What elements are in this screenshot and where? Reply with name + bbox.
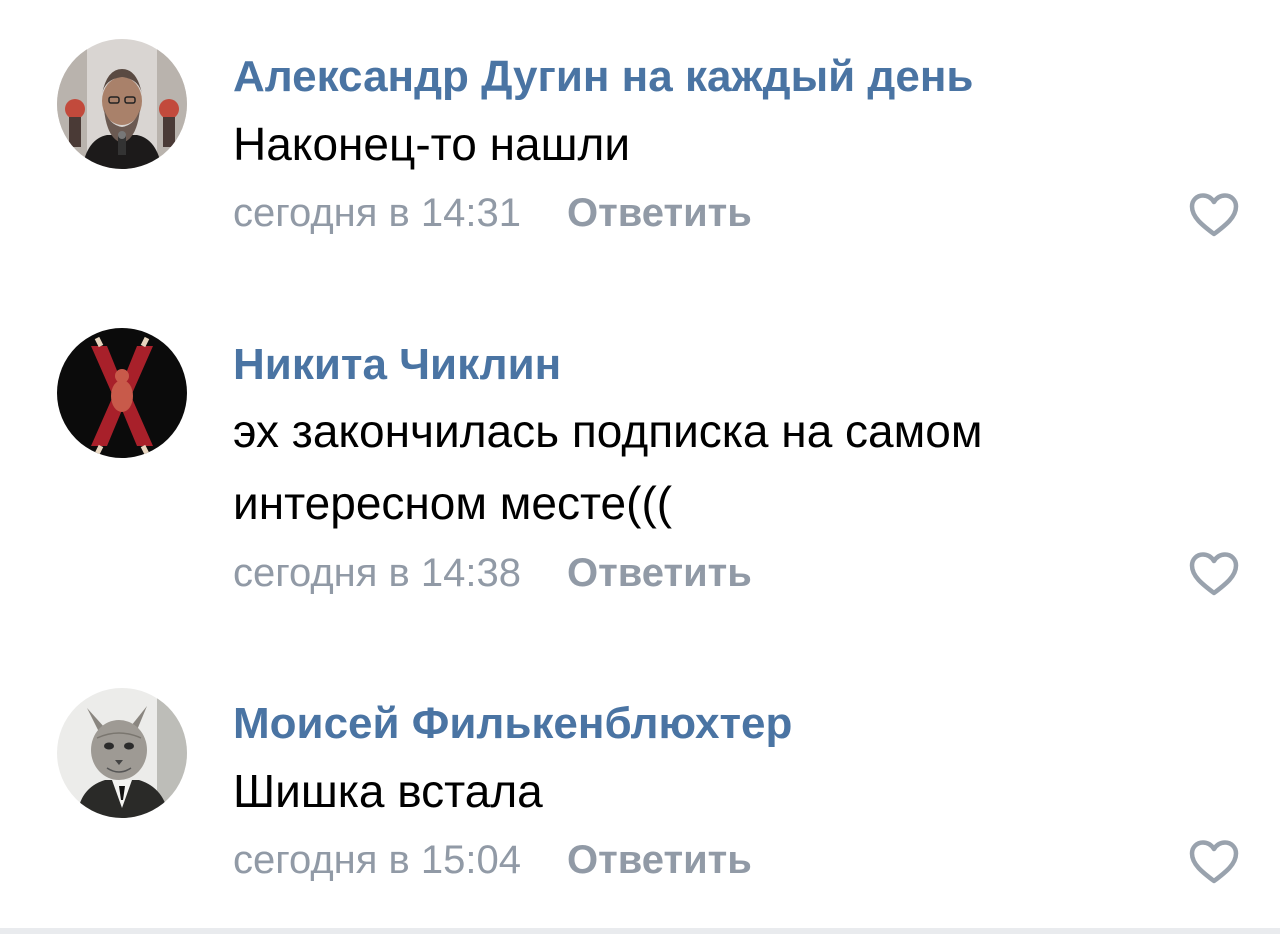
comment-time: сегодня в 15:04: [233, 838, 521, 882]
comments-list: Александр Дугин на каждый день Наконец-т…: [0, 0, 1280, 934]
comment-author[interactable]: Александр Дугин на каждый день: [233, 55, 973, 99]
comment-meta: сегодня в 14:38 Ответить: [233, 553, 752, 593]
heart-outline-icon: [1189, 552, 1239, 596]
comment-meta: сегодня в 15:04 Ответить: [233, 840, 752, 880]
like-button[interactable]: [1188, 192, 1240, 238]
comment-text-line: эх закончилась подписка на самом: [233, 405, 983, 457]
comment-author[interactable]: Моисей Филькенблюхтер: [233, 702, 792, 746]
comment-time: сегодня в 14:31: [233, 191, 521, 235]
comment-time: сегодня в 14:38: [233, 551, 521, 595]
comment-text: Шишка встала: [233, 755, 1213, 827]
reply-button[interactable]: Ответить: [567, 551, 752, 595]
reply-button[interactable]: Ответить: [567, 838, 752, 882]
avatar[interactable]: [57, 328, 187, 458]
comment-meta: сегодня в 14:31 Ответить: [233, 193, 752, 233]
comment-text-line: Шишка встала: [233, 765, 543, 817]
like-button[interactable]: [1188, 839, 1240, 885]
like-button[interactable]: [1188, 551, 1240, 597]
reply-button[interactable]: Ответить: [567, 191, 752, 235]
divider: [0, 928, 1280, 934]
comment-text: Наконец-то нашли: [233, 108, 1213, 180]
comment-author[interactable]: Никита Чиклин: [233, 343, 561, 387]
comment-text-line: Наконец-то нашли: [233, 118, 631, 170]
user-avatar-photo-icon: [57, 688, 187, 818]
heart-outline-icon: [1189, 193, 1239, 237]
comment-text-line: интересном месте(((: [233, 477, 673, 529]
heart-outline-icon: [1189, 840, 1239, 884]
comment-text: эх закончилась подписка на самом интерес…: [233, 395, 1213, 539]
avatar[interactable]: [57, 39, 187, 169]
avatar[interactable]: [57, 688, 187, 818]
user-avatar-photo-icon: [57, 328, 187, 458]
user-avatar-photo-icon: [57, 39, 187, 169]
